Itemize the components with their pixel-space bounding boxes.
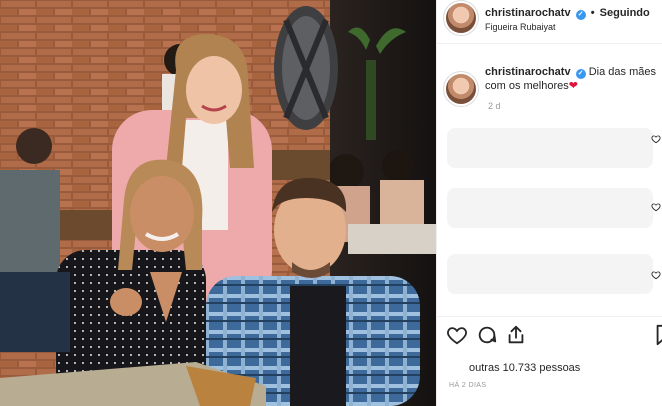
comment-icon[interactable] [476, 324, 498, 346]
heart-icon[interactable] [446, 324, 468, 346]
post-photo[interactable] [0, 0, 436, 406]
red-heart-emoji: ❤ [568, 80, 578, 92]
caption-username[interactable]: christinarochatv [485, 66, 571, 78]
caption-comment: christinarochatv ✓ Dia das mães com os m… [437, 56, 662, 116]
post-timestamp[interactable]: HÁ 2 DIAS [449, 382, 486, 389]
action-bar [437, 316, 662, 352]
comments-list[interactable] [437, 118, 662, 316]
location-link[interactable]: Figueira Rubaiyat [485, 22, 556, 32]
follow-separator: • [590, 7, 595, 19]
post-header: christinarochatv ✓ • Seguindo Figueira R… [437, 0, 662, 44]
comment-like-heart-icon[interactable] [651, 270, 661, 280]
blurred-comments [447, 128, 653, 294]
caption-avatar[interactable] [446, 74, 476, 104]
profile-avatar[interactable] [446, 3, 476, 33]
follow-status-button[interactable]: Seguindo [600, 7, 650, 19]
header-username-row: christinarochatv ✓ • Seguindo [485, 7, 650, 20]
save-bookmark-icon[interactable] [653, 324, 662, 346]
post-side-panel: christinarochatv ✓ • Seguindo Figueira R… [436, 0, 662, 406]
comment-like-heart-icon[interactable] [651, 134, 661, 144]
caption-time-ago: 2 d [488, 101, 501, 111]
comment-like-heart-icon[interactable] [651, 202, 661, 212]
caption-text-block: christinarochatv ✓ Dia das mães com os m… [485, 65, 662, 93]
share-icon[interactable] [505, 324, 527, 346]
photo-illustration [0, 0, 436, 406]
verified-badge-icon: ✓ [575, 10, 586, 20]
header-username[interactable]: christinarochatv [485, 7, 571, 19]
likes-count[interactable]: outras 10.733 pessoas [469, 362, 580, 374]
caption-verified-badge-icon: ✓ [575, 69, 586, 79]
